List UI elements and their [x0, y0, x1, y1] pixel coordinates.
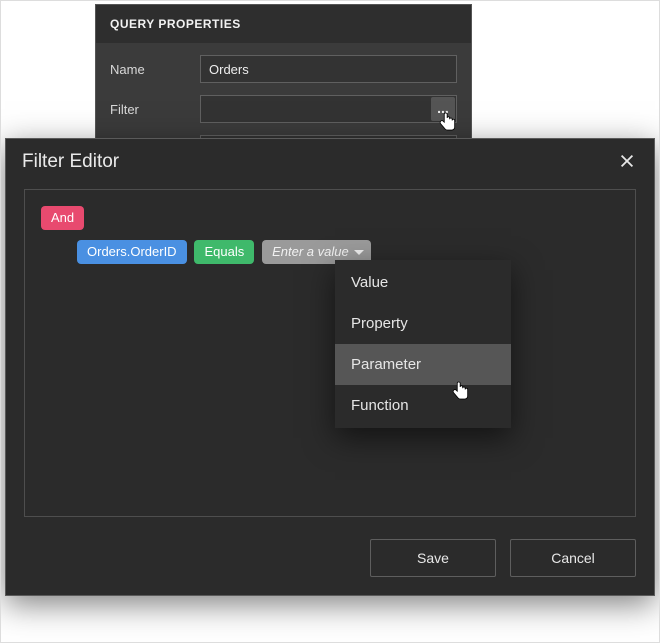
dropdown-item-value[interactable]: Value [335, 262, 511, 303]
qp-filter-label: Filter [110, 102, 200, 117]
filter-editor-body: And Orders.OrderID Equals Enter a value … [24, 189, 636, 517]
qp-row-filter: Filter ... [110, 95, 457, 123]
chevron-down-icon [354, 250, 364, 255]
cancel-button[interactable]: Cancel [510, 539, 636, 577]
qp-row-name: Name [110, 55, 457, 83]
qp-name-input-wrap [200, 55, 457, 83]
save-button[interactable]: Save [370, 539, 496, 577]
query-properties-header: QUERY PROPERTIES [96, 5, 471, 43]
value-type-dropdown: Value Property Parameter Function [335, 260, 511, 428]
qp-filter-input-wrap: ... [200, 95, 457, 123]
filter-editor-title: Filter Editor [22, 151, 119, 173]
field-pill[interactable]: Orders.OrderID [77, 240, 187, 264]
qp-name-input[interactable] [200, 55, 457, 83]
filter-editor-titlebar: Filter Editor [6, 139, 654, 183]
filter-row-group: And [41, 206, 619, 230]
dropdown-item-property[interactable]: Property [335, 303, 511, 344]
filter-condition-row: Orders.OrderID Equals Enter a value [41, 240, 619, 264]
value-pill-label: Enter a value [272, 244, 349, 259]
dropdown-item-parameter[interactable]: Parameter [335, 344, 511, 385]
qp-filter-input[interactable] [200, 95, 457, 123]
dropdown-item-function[interactable]: Function [335, 385, 511, 426]
qp-name-label: Name [110, 62, 200, 77]
filter-editor-buttons: Save Cancel [6, 529, 654, 595]
close-icon[interactable] [618, 152, 638, 172]
group-operator-pill[interactable]: And [41, 206, 84, 230]
filter-editor-popup: Filter Editor And Orders.OrderID Equals … [5, 138, 655, 596]
qp-filter-ellipsis-button[interactable]: ... [431, 97, 455, 121]
operator-pill[interactable]: Equals [194, 240, 254, 264]
